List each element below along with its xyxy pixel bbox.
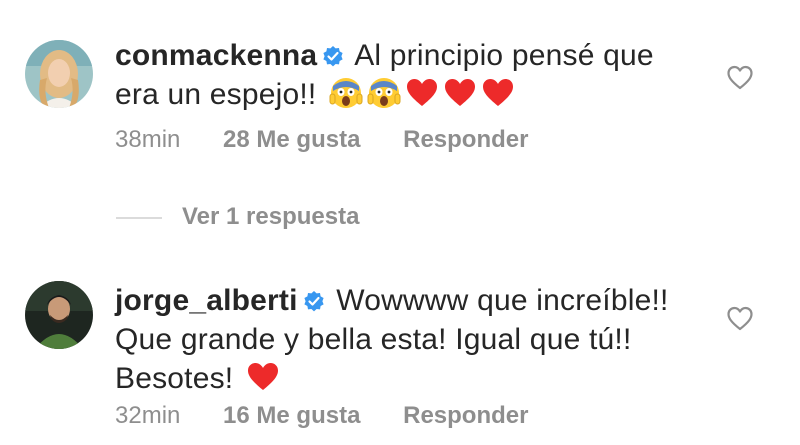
comment-meta: 38min 28 Me gusta Responder — [115, 126, 564, 154]
likes-count[interactable]: 16 Me gusta — [223, 402, 360, 429]
reply-button[interactable]: Responder — [403, 402, 528, 429]
username[interactable]: conmackenna — [115, 39, 317, 72]
likes-count[interactable]: 28 Me gusta — [223, 126, 360, 153]
view-replies-button[interactable]: Ver 1 respuesta — [116, 203, 359, 231]
comment-text: conmackenna Al principio pensé que era u… — [115, 36, 695, 114]
verified-badge-icon — [302, 289, 326, 313]
view-replies-label: Ver 1 respuesta — [182, 203, 360, 230]
like-heart-icon[interactable] — [726, 305, 754, 333]
avatar[interactable] — [25, 40, 93, 108]
username[interactable]: jorge_alberti — [115, 284, 298, 317]
avatar[interactable] — [25, 281, 93, 349]
red-heart-icon — [481, 76, 515, 110]
verified-badge-icon — [321, 44, 345, 68]
reply-button[interactable]: Responder — [403, 126, 528, 153]
comment-meta: 32min 16 Me gusta Responder — [115, 402, 564, 430]
comment-time[interactable]: 38min — [115, 126, 180, 153]
like-heart-icon[interactable] — [726, 64, 754, 92]
face-screaming-in-fear-icon — [367, 76, 401, 110]
face-screaming-in-fear-icon — [329, 76, 363, 110]
comment-text: jorge_alberti Wowwww que increíble!! Que… — [115, 281, 695, 398]
comment-time[interactable]: 32min — [115, 402, 180, 429]
red-heart-icon — [405, 76, 439, 110]
red-heart-icon — [246, 360, 280, 394]
red-heart-icon — [443, 76, 477, 110]
replies-divider — [116, 216, 162, 219]
